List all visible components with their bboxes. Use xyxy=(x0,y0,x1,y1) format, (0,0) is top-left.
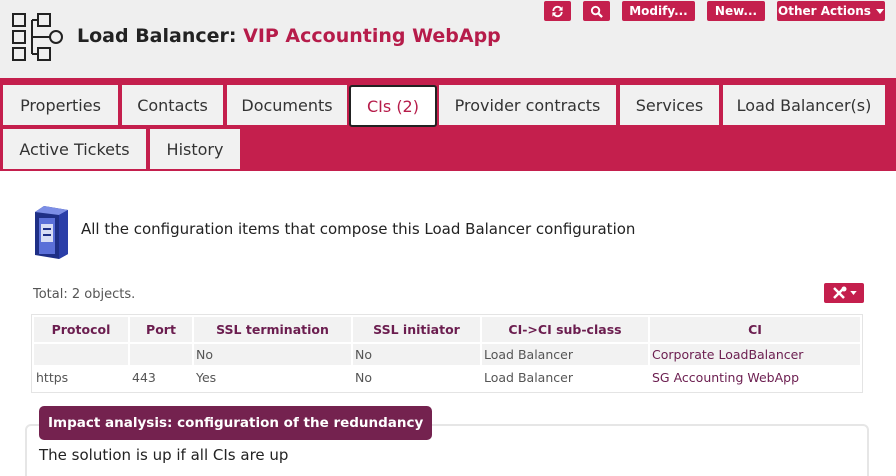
tab-history[interactable]: History xyxy=(150,129,240,169)
table-row: No No Load Balancer Corporate LoadBalanc… xyxy=(34,344,860,365)
column-header-ssl-termination[interactable]: SSL termination xyxy=(194,317,351,342)
tab-documents[interactable]: Documents xyxy=(227,85,347,125)
other-actions-label: Other Actions xyxy=(778,4,871,18)
new-button[interactable]: New... xyxy=(707,1,765,21)
object-name: VIP Accounting WebApp xyxy=(243,25,501,47)
description-text: All the configuration items that compose… xyxy=(81,220,636,238)
table-cell-port xyxy=(130,344,192,365)
tools-icon xyxy=(832,286,846,299)
table-cell-ssl-initiator: No xyxy=(353,344,480,365)
tab-load-balancers[interactable]: Load Balancer(s) xyxy=(723,85,885,125)
table-header-row: Protocol Port SSL termination SSL initia… xyxy=(34,317,860,342)
object-class-label: Load Balancer: xyxy=(77,25,237,47)
tab-properties[interactable]: Properties xyxy=(3,85,118,125)
tab-bar: Properties Contacts Documents CIs (2) Pr… xyxy=(0,78,896,171)
ci-table: Protocol Port SSL termination SSL initia… xyxy=(32,315,862,390)
impact-analysis-legend: Impact analysis: configuration of the re… xyxy=(39,406,433,440)
column-header-protocol[interactable]: Protocol xyxy=(34,317,128,342)
search-icon xyxy=(590,5,603,18)
table-cell-protocol xyxy=(34,344,128,365)
other-actions-button[interactable]: Other Actions xyxy=(777,1,885,21)
ci-link[interactable]: Corporate LoadBalancer xyxy=(650,344,860,365)
refresh-icon xyxy=(552,5,563,17)
table-cell-ssl-initiator: No xyxy=(355,370,372,385)
impact-analysis-text: The solution is up if all CIs are up xyxy=(39,446,289,464)
page-title: Load Balancer: VIP Accounting WebApp xyxy=(77,25,501,47)
modify-button[interactable]: Modify... xyxy=(622,1,695,21)
tab-contacts[interactable]: Contacts xyxy=(122,85,223,125)
table-cell-sub-class: Load Balancer xyxy=(482,344,648,365)
server-icon xyxy=(35,206,68,259)
column-header-ci-sub-class[interactable]: CI->CI sub-class xyxy=(482,317,648,342)
table-actions-button[interactable] xyxy=(824,283,864,303)
tab-active-tickets[interactable]: Active Tickets xyxy=(3,129,146,169)
table-cell-sub-class: Load Balancer xyxy=(484,370,573,385)
column-header-port[interactable]: Port xyxy=(130,317,192,342)
tab-services[interactable]: Services xyxy=(620,85,719,125)
caret-down-icon xyxy=(849,291,857,295)
table-cell-protocol: https xyxy=(36,370,69,385)
table-cell-port: 443 xyxy=(132,370,156,385)
column-header-ci[interactable]: CI xyxy=(650,317,860,342)
table-cell-ssl-termination: Yes xyxy=(196,370,217,385)
tab-provider-contracts[interactable]: Provider contracts xyxy=(439,85,616,125)
tab-cis[interactable]: CIs (2) xyxy=(349,85,437,127)
table-cell-ssl-termination: No xyxy=(194,344,351,365)
caret-down-icon xyxy=(875,8,884,14)
total-count: Total: 2 objects. xyxy=(33,287,136,302)
search-button[interactable] xyxy=(583,1,610,21)
table-row: https 443 Yes No Load Balancer SG Accoun… xyxy=(34,367,860,388)
ci-link[interactable]: SG Accounting WebApp xyxy=(650,367,860,388)
ci-table-container: Protocol Port SSL termination SSL initia… xyxy=(31,314,863,393)
column-header-ssl-initiator[interactable]: SSL initiator xyxy=(353,317,480,342)
load-balancer-icon xyxy=(12,13,63,61)
header: Load Balancer: VIP Accounting WebApp Mod… xyxy=(0,0,896,78)
refresh-button[interactable] xyxy=(544,1,571,21)
